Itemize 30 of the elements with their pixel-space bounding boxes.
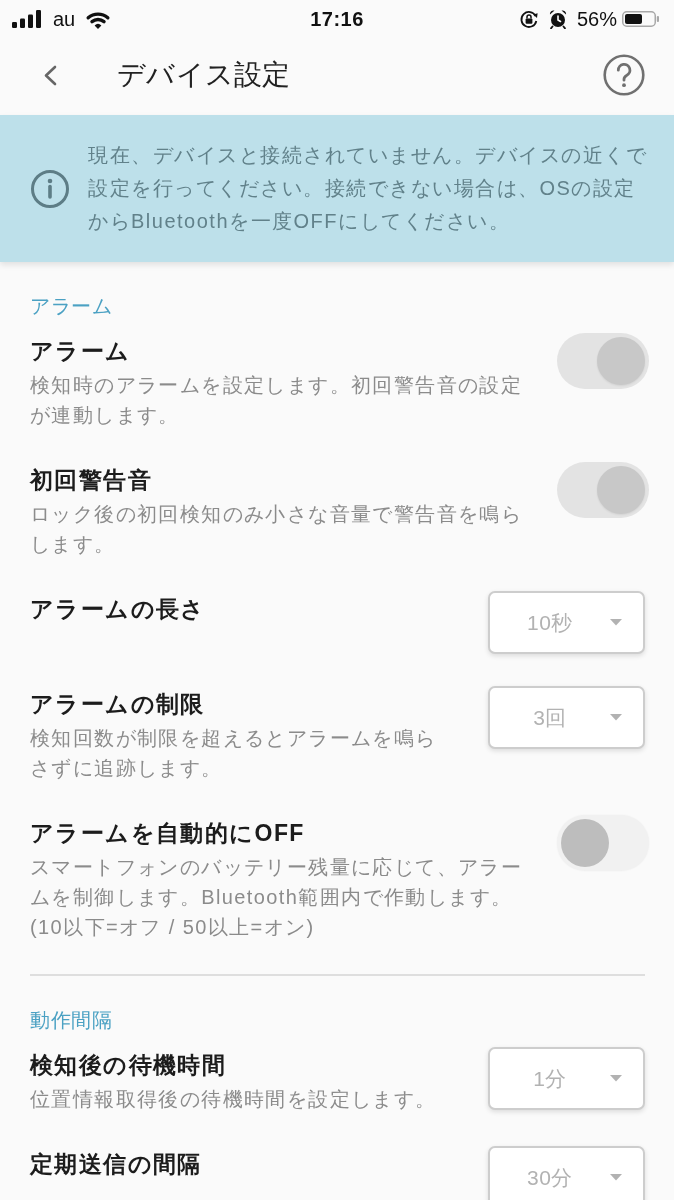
alarm-clock-icon xyxy=(547,9,568,29)
caret-icon xyxy=(610,619,622,626)
question-mark-icon[interactable] xyxy=(603,54,645,96)
caret-icon xyxy=(610,1075,622,1082)
setting-description: 検知時のアラームを設定します。初回警告音の設定が連動します。 xyxy=(30,373,524,428)
setting-title: アラーム xyxy=(30,337,132,366)
battery-icon xyxy=(622,11,659,27)
info-icon xyxy=(30,168,70,209)
setting-description: 位置情報取得後の待機時間を設定します。 xyxy=(30,1087,438,1112)
setting-description: スマートフォンのバッテリー残量に応じて、アラームを制御します。Bluetooth範囲内で作動します。 (10以下=オフ / 50以上=オン) xyxy=(30,855,524,940)
clock-time: 17:16 xyxy=(310,7,364,31)
signal-icon xyxy=(12,10,41,28)
page-title: デバイス設定 xyxy=(117,58,291,92)
setting-title: アラームの制限 xyxy=(30,690,206,719)
setting-title: 定期送信の間隔 xyxy=(30,1150,203,1179)
setting-title: アラームの長さ xyxy=(30,595,207,624)
carrier-name: au xyxy=(53,7,76,31)
setting-description: ロック後の初回検知のみ小さな音量で警告音を鳴らします。 xyxy=(30,502,524,557)
rotation-lock-icon xyxy=(518,9,539,29)
setting-title: 初回警告音 xyxy=(30,466,153,495)
section-heading: アラーム xyxy=(30,294,114,318)
section-heading: 動作間隔 xyxy=(30,1008,114,1032)
notice-text: 現在、デバイスと接続されていません。デバイスの近くで設定を行ってください。接続できない場合は、OSの設定からBluetoothを一度OFFにしてください。 xyxy=(88,143,648,234)
setting-title: アラームを自動的にOFF xyxy=(30,819,306,848)
caret-icon xyxy=(610,1174,622,1181)
chevron-left-icon[interactable] xyxy=(43,64,57,86)
setting-description: 検知回数が制限を超えるとアラームを鳴らさずに追跡します。 xyxy=(30,726,438,781)
setting-title: 検知後の待機時間 xyxy=(30,1051,228,1080)
caret-icon xyxy=(610,714,622,721)
battery-percentage: 56% xyxy=(576,7,617,31)
